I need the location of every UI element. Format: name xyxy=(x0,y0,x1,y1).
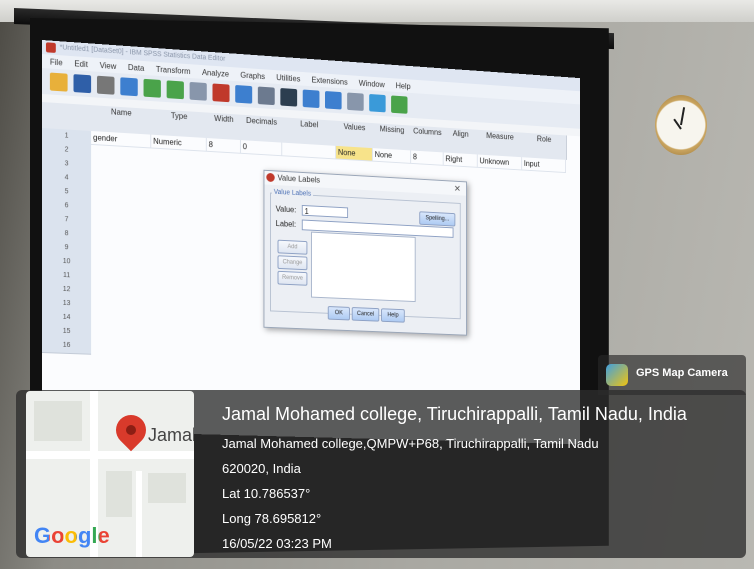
menu-analyze[interactable]: Analyze xyxy=(202,68,229,79)
place-title: Jamal Mohamed college, Tiruchirappalli, … xyxy=(222,404,687,424)
cancel-button[interactable]: Cancel xyxy=(351,307,380,322)
google-logo: Google xyxy=(34,523,110,548)
map-building xyxy=(34,401,82,441)
cell-measure[interactable]: Unknown xyxy=(477,154,523,171)
col-values[interactable]: Values xyxy=(336,120,374,149)
col-decimals[interactable]: Decimals xyxy=(240,114,284,143)
row-number[interactable]: 16 xyxy=(42,338,92,355)
go-to-variable-icon[interactable] xyxy=(212,83,230,103)
date-time: 16/05/22 03:23 PM xyxy=(222,536,332,551)
address-line-1: Jamal Mohamed college,QMPW+P68, Tiruchir… xyxy=(222,436,599,451)
change-button[interactable]: Change xyxy=(277,255,308,271)
col-align[interactable]: Align xyxy=(443,127,479,155)
cell-missing[interactable]: None xyxy=(372,148,412,164)
map-road xyxy=(26,451,194,459)
col-columns[interactable]: Columns xyxy=(411,125,445,153)
weight-cases-icon[interactable] xyxy=(347,92,364,111)
use-variable-sets-icon[interactable] xyxy=(391,95,408,114)
add-button[interactable]: Add xyxy=(277,239,308,255)
location-pin-center xyxy=(126,425,136,435)
menu-extensions[interactable]: Extensions xyxy=(311,75,347,86)
value-labels-icon[interactable] xyxy=(369,93,386,113)
spss-dialog-icon xyxy=(266,172,275,183)
close-icon[interactable]: ✕ xyxy=(454,182,461,196)
cell-type[interactable]: Numeric xyxy=(151,134,207,152)
cell-width[interactable]: 8 xyxy=(206,138,241,154)
gps-map-camera-icon xyxy=(606,364,628,386)
col-missing[interactable]: Missing xyxy=(372,123,413,151)
latitude: Lat 10.786537° xyxy=(222,486,311,501)
row-header-corner xyxy=(42,102,93,132)
help-button[interactable]: Help xyxy=(381,308,405,323)
menu-file[interactable]: File xyxy=(50,57,63,67)
undo-icon[interactable] xyxy=(143,78,161,98)
ok-button[interactable]: OK xyxy=(327,306,350,321)
map-place-label: Jamal xyxy=(148,425,194,445)
menu-help[interactable]: Help xyxy=(396,81,411,91)
gps-camera-badge: GPS Map Camera xyxy=(598,355,746,395)
cell-decimals[interactable]: 0 xyxy=(240,140,283,157)
menu-utilities[interactable]: Utilities xyxy=(276,73,300,83)
dialog-recall-icon[interactable] xyxy=(120,77,138,97)
open-folder-icon[interactable] xyxy=(49,72,68,92)
remove-button[interactable]: Remove xyxy=(277,270,308,286)
menu-view[interactable]: View xyxy=(100,60,117,70)
map-building xyxy=(106,471,132,517)
cell-label[interactable] xyxy=(282,142,337,160)
col-width[interactable]: Width xyxy=(206,112,242,141)
menu-graphs[interactable]: Graphs xyxy=(240,70,265,80)
clock-minute-hand xyxy=(680,107,686,126)
insert-cases-icon[interactable] xyxy=(302,89,320,109)
cell-columns[interactable]: 8 xyxy=(411,150,444,166)
dialog-title: Value Labels xyxy=(277,173,321,185)
col-role[interactable]: Role xyxy=(522,132,567,160)
find-icon[interactable] xyxy=(280,88,298,107)
cell-values[interactable]: None xyxy=(336,145,373,162)
spss-app-icon xyxy=(45,42,56,53)
go-to-case-icon[interactable] xyxy=(189,81,207,101)
menu-data[interactable]: Data xyxy=(128,62,144,72)
label-field-label: Label: xyxy=(275,219,297,229)
split-file-icon[interactable] xyxy=(324,91,342,110)
map-road xyxy=(136,471,142,557)
cell-align[interactable]: Right xyxy=(443,152,478,168)
menu-transform[interactable]: Transform xyxy=(156,64,191,75)
redo-icon[interactable] xyxy=(166,80,184,100)
col-label[interactable]: Label xyxy=(282,117,338,146)
value-field-label: Value: xyxy=(275,204,297,215)
projected-spss-window: *Untitled1 [DataSet0] - IBM SPSS Statist… xyxy=(42,40,580,445)
wall-clock xyxy=(655,95,707,155)
menu-window[interactable]: Window xyxy=(359,78,385,88)
menu-edit[interactable]: Edit xyxy=(74,59,88,69)
cell-name[interactable]: gender xyxy=(91,130,152,149)
col-name[interactable]: Name xyxy=(91,105,153,135)
print-icon[interactable] xyxy=(96,75,115,95)
location-map-thumbnail: Jamal Google xyxy=(26,391,194,557)
map-building xyxy=(148,473,186,503)
value-labels-list[interactable] xyxy=(311,231,416,303)
app-name: GPS Map Camera xyxy=(636,367,728,379)
value-labels-dialog: Value Labels ✕ Value Labels Value: 1 Spe… xyxy=(263,169,467,336)
longitude: Long 78.695812° xyxy=(222,511,322,526)
spelling-button[interactable]: Spelling... xyxy=(419,211,456,227)
variables-icon[interactable] xyxy=(235,84,253,104)
save-icon[interactable] xyxy=(73,74,92,94)
col-type[interactable]: Type xyxy=(151,108,208,139)
col-measure[interactable]: Measure xyxy=(477,129,523,158)
address-line-2: 620020, India xyxy=(222,461,301,476)
cell-role[interactable]: Input xyxy=(522,157,567,174)
run-descriptives-icon[interactable] xyxy=(257,86,275,106)
